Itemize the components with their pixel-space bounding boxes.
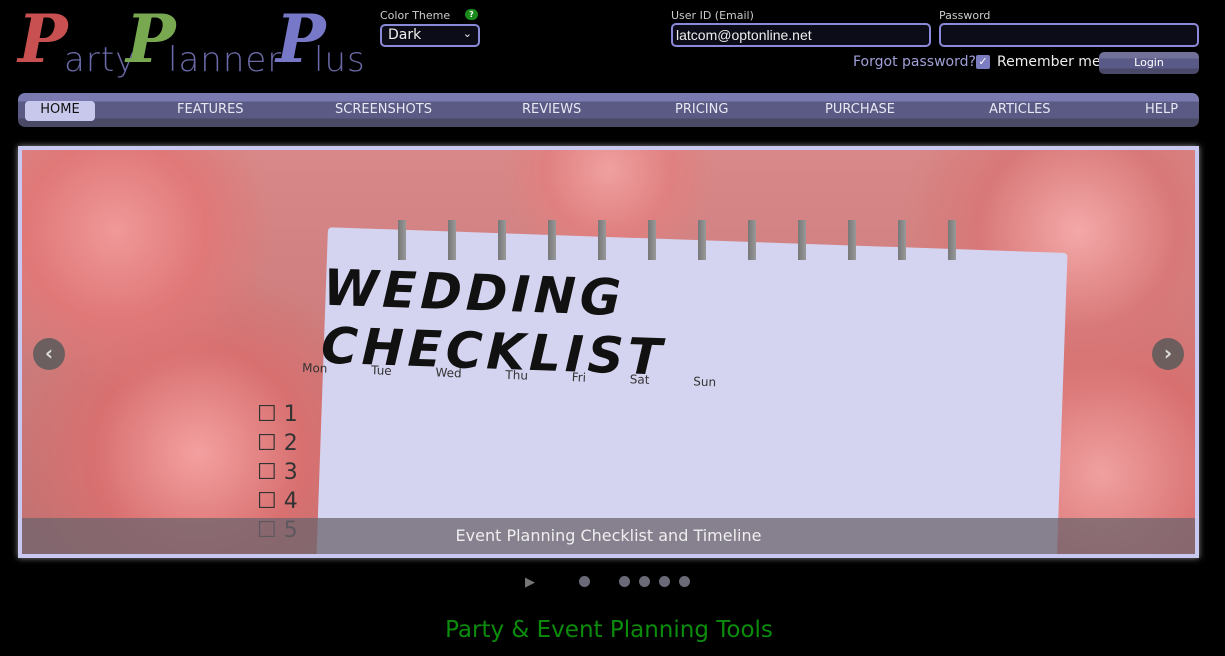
logo[interactable]: P arty P lanner P lus (18, 0, 368, 84)
login-button[interactable]: Login (1099, 52, 1199, 74)
color-theme-select[interactable]: Dark ⌄ (380, 24, 480, 47)
remember-me-label: Remember me (997, 54, 1101, 70)
chevron-down-icon: ⌄ (462, 27, 472, 40)
password-label: Password (939, 9, 991, 22)
main-nav: HOME FEATURES SCREENSHOTS REVIEWS PRICIN… (18, 93, 1199, 127)
slideshow[interactable]: WEDDING CHECKLIST Mon Tue Wed Thu Fri Sa… (18, 146, 1199, 558)
remember-me-checkbox[interactable]: ✓ (976, 55, 990, 69)
help-icon[interactable]: ? (465, 9, 478, 20)
nav-pricing[interactable]: PRICING (675, 101, 728, 121)
slide-dot[interactable] (579, 576, 590, 587)
play-icon[interactable]: ▶ (525, 575, 535, 590)
slide-dot[interactable] (619, 576, 630, 587)
logo-text: lanner (168, 40, 283, 80)
nav-features[interactable]: FEATURES (177, 101, 244, 121)
nav-articles[interactable]: ARTICLES (989, 101, 1051, 121)
spiral-rings (362, 220, 962, 260)
next-slide-button[interactable]: › (1152, 338, 1184, 370)
forgot-password-link[interactable]: Forgot password? (853, 54, 976, 70)
logo-letter: P (18, 0, 68, 78)
slide-caption: Event Planning Checklist and Timeline (22, 518, 1195, 554)
password-field[interactable] (939, 23, 1199, 47)
slide-dot[interactable] (639, 576, 650, 587)
nav-reviews[interactable]: REVIEWS (522, 101, 581, 121)
section-heading: Party & Event Planning Tools (445, 617, 773, 643)
nav-help[interactable]: HELP (1145, 101, 1178, 121)
color-theme-label: Color Theme (380, 9, 451, 22)
logo-text: lus (314, 40, 366, 80)
nav-purchase[interactable]: PURCHASE (825, 101, 895, 121)
prev-slide-button[interactable]: ‹ (33, 338, 65, 370)
nav-home[interactable]: HOME (25, 101, 95, 121)
slide-dot[interactable] (679, 576, 690, 587)
slide-dot[interactable] (659, 576, 670, 587)
user-id-label: User ID (Email) (671, 9, 754, 22)
selected-theme: Dark (388, 27, 422, 43)
nav-screenshots[interactable]: SCREENSHOTS (335, 101, 432, 121)
email-field[interactable] (671, 23, 931, 47)
